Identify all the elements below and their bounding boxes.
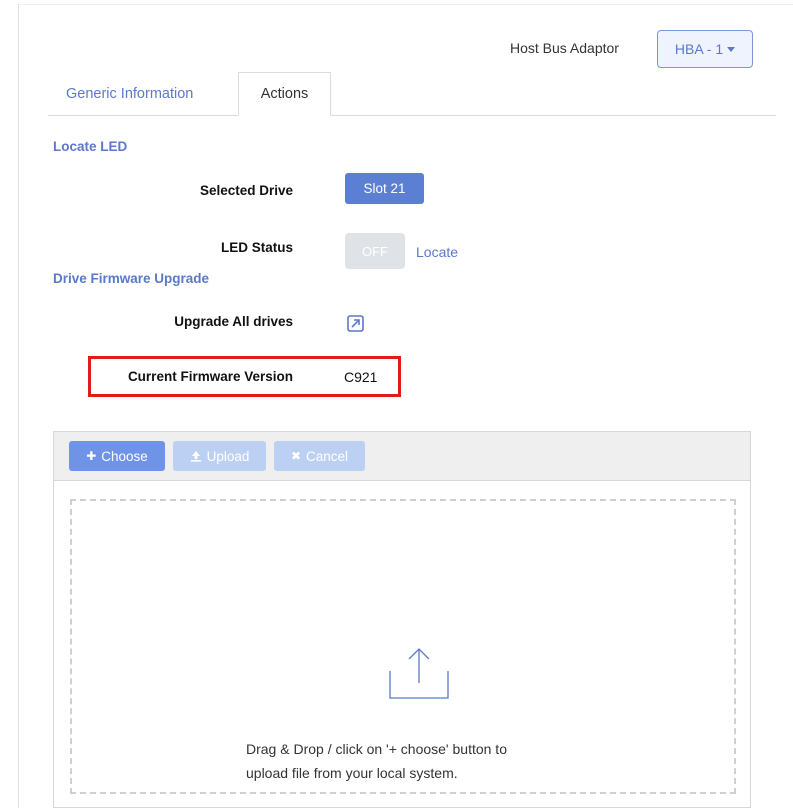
upgrade-all-drives-label: Upgrade All drives — [174, 314, 293, 329]
current-firmware-version-label: Current Firmware Version — [127, 369, 293, 384]
cancel-button[interactable]: ✖ Cancel — [274, 441, 365, 471]
tab-actions-label: Actions — [260, 86, 309, 102]
plus-icon: ✚ — [86, 449, 97, 463]
selected-drive-label: Selected Drive — [199, 183, 293, 198]
hba-label: Host Bus Adaptor — [510, 40, 619, 56]
choose-label: Choose — [101, 448, 148, 464]
hba-dropdown-value: HBA - 1 — [674, 41, 724, 57]
upload-tray-icon — [389, 648, 449, 699]
locate-link[interactable]: Locate — [416, 244, 458, 260]
led-status-toggle[interactable]: OFF — [345, 233, 405, 269]
drive-firmware-upgrade-heading: Drive Firmware Upgrade — [53, 271, 210, 286]
drop-text-line-2: upload file from your local system. — [246, 765, 458, 781]
drop-zone[interactable]: Drag & Drop / click on '+ choose' button… — [70, 499, 736, 794]
selected-drive-value: Slot 21 — [363, 181, 406, 196]
drop-text-line-1: Drag & Drop / click on '+ choose' button… — [246, 741, 507, 757]
external-link-icon[interactable] — [346, 313, 366, 333]
uploader-toolbar: ✚ Choose Upload ✖ Cancel — [54, 432, 750, 481]
upload-button[interactable]: Upload — [173, 441, 266, 471]
selected-drive-button[interactable]: Slot 21 — [345, 173, 424, 204]
cancel-label: Cancel — [306, 448, 349, 464]
upload-icon — [190, 451, 201, 462]
tab-actions[interactable]: Actions — [238, 72, 331, 116]
caret-down-icon — [727, 46, 736, 52]
drop-instructions: Drag & Drop / click on '+ choose' button… — [246, 737, 606, 785]
file-uploader: ✚ Choose Upload ✖ Cancel Drag & Drop / c… — [53, 431, 751, 808]
choose-button[interactable]: ✚ Choose — [69, 441, 165, 471]
tabs-divider — [48, 115, 776, 116]
led-status-value: OFF — [362, 243, 388, 259]
led-status-label: LED Status — [220, 240, 293, 255]
locate-led-heading: Locate LED — [53, 139, 128, 154]
tab-generic-information[interactable]: Generic Information — [66, 86, 193, 102]
hba-dropdown[interactable]: HBA - 1 — [657, 30, 753, 68]
upload-label: Upload — [206, 448, 250, 464]
close-icon: ✖ — [290, 449, 302, 463]
current-firmware-version-value: C921 — [344, 369, 378, 385]
